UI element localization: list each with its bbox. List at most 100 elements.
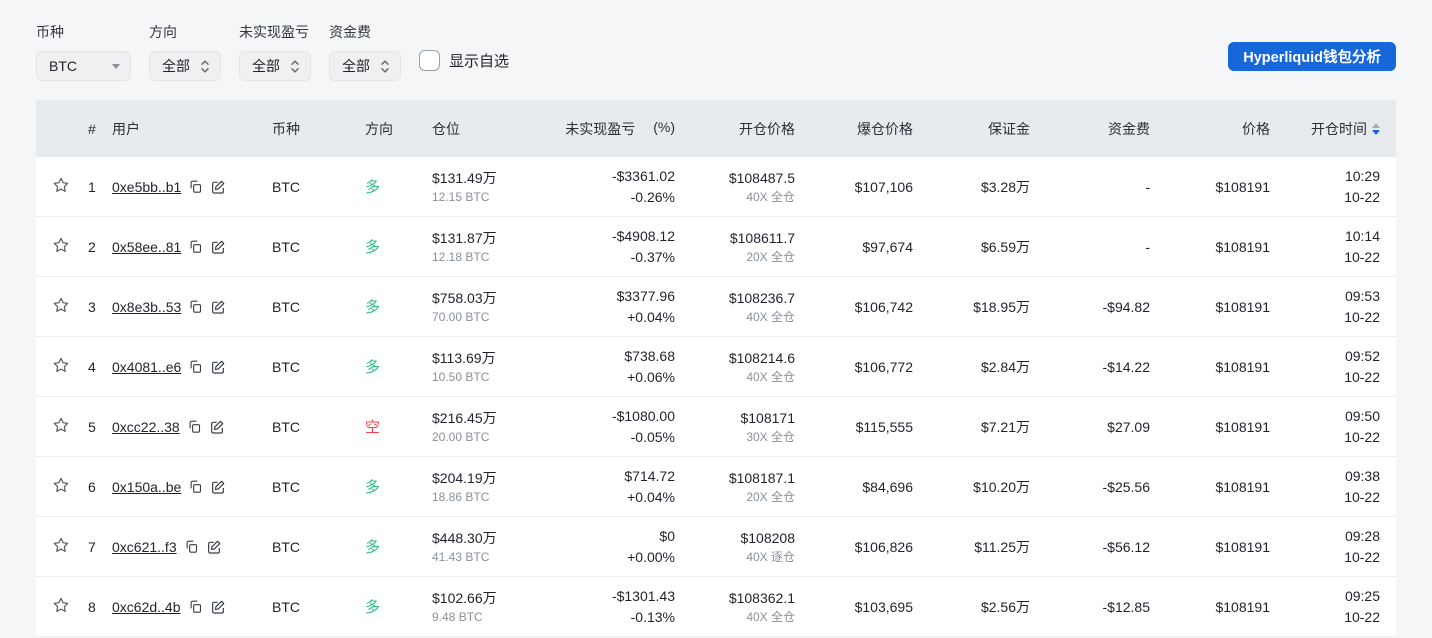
open-price-cell: $108208 40X 逐仓 [675,528,795,566]
favorite-star-icon[interactable] [52,536,70,554]
pnl-percent: -0.37% [630,248,675,265]
copy-icon[interactable] [188,299,203,314]
position-usd: $113.69万 [432,349,496,366]
favorite-star-icon[interactable] [52,176,70,194]
position-cell: $131.87万 12.18 BTC [432,228,542,266]
pnl-percent: +0.04% [627,488,675,505]
open-price-cell: $108187.1 20X 全仓 [675,468,795,506]
pnl-percent: -0.26% [630,188,675,205]
direction-cell-wrap: 多 [365,476,432,497]
copy-icon[interactable] [187,419,202,434]
star-cell [52,236,80,257]
user-cell: 0x8e3b..53 [112,299,272,315]
leverage-mode: 40X 全仓 [746,189,795,204]
copy-icon[interactable] [188,179,203,194]
pnl-cell: -$1301.43 -0.13% [542,586,675,628]
copy-icon[interactable] [188,599,203,614]
user-address-link[interactable]: 0xe5bb..b1 [112,179,181,195]
user-address-link[interactable]: 0x4081..e6 [112,359,181,375]
funding-cell: - [1145,238,1150,255]
open-price: $108236.7 [728,289,795,306]
open-time: 09:28 [1344,527,1380,544]
direction-select[interactable]: 全部 [149,51,221,81]
edit-icon[interactable] [210,239,226,255]
header-open-time[interactable]: 开仓时间 [1270,119,1380,139]
leverage-mode: 20X 全仓 [746,489,795,504]
edit-icon[interactable] [209,419,225,435]
header-position: 仓位 [432,120,460,137]
funding-select[interactable]: 全部 [329,51,401,81]
edit-icon[interactable] [210,479,226,495]
pnl-percent: -0.05% [630,428,675,445]
position-coin: 12.15 BTC [432,189,490,204]
user-address-link[interactable]: 0x58ee..81 [112,239,181,255]
show-favorites-checkbox[interactable] [419,50,440,71]
copy-icon[interactable] [188,359,203,374]
open-price-cell: $108362.1 40X 全仓 [675,588,795,626]
coin-cell: BTC [272,358,300,375]
open-time: 10:14 [1344,227,1380,244]
open-date: 10-22 [1344,488,1380,505]
direction-cell: 多 [365,599,381,616]
edit-icon[interactable] [210,179,226,195]
hyperliquid-wallet-analysis-button[interactable]: Hyperliquid钱包分析 [1228,42,1396,71]
pnl-value: $738.68 [624,347,675,364]
edit-icon[interactable] [206,539,222,555]
edit-icon[interactable] [210,299,226,315]
margin-cell: $7.21万 [980,418,1030,435]
open-price-cell: $108171 30X 全仓 [675,408,795,446]
liq-price-cell: $84,696 [862,478,913,495]
copy-icon[interactable] [188,479,203,494]
favorite-star-icon[interactable] [52,476,70,494]
coin-filter-label: 币种 [36,24,64,40]
coin-cell: BTC [272,478,300,495]
favorite-star-icon[interactable] [52,356,70,374]
copy-icon[interactable] [188,239,203,254]
favorite-star-icon[interactable] [52,236,70,254]
direction-filter-group: 方向 全部 [149,22,221,81]
edit-icon[interactable] [210,599,226,615]
rank-cell: 8 [88,598,96,615]
coin-select[interactable]: BTC [36,51,131,81]
funding-cell: -$14.22 [1102,358,1150,375]
funding-cell: - [1145,178,1150,195]
position-cell: $758.03万 70.00 BTC [432,288,542,326]
position-coin: 12.18 BTC [432,249,490,264]
table-row: 3 0x8e3b..53 BTC 多 $758.03万 70.00 BTC $3… [36,277,1396,337]
favorite-star-icon[interactable] [52,596,70,614]
user-address-link[interactable]: 0xc62d..4b [112,599,181,615]
open-time: 09:52 [1344,347,1380,364]
open-price-cell: $108611.7 20X 全仓 [675,228,795,266]
price-cell: $108191 [1215,358,1270,375]
user-address-link[interactable]: 0x8e3b..53 [112,299,181,315]
liq-price-cell: $115,555 [855,418,913,435]
rank-cell: 6 [88,478,96,495]
rank-cell: 3 [88,298,96,315]
favorite-star-icon[interactable] [52,296,70,314]
pnl-select[interactable]: 全部 [239,51,311,81]
pnl-percent: +0.06% [627,368,675,385]
header-pnl-label: 未实现盈亏 [565,120,636,137]
user-address-link[interactable]: 0x150a..be [112,479,181,495]
favorite-star-icon[interactable] [52,416,70,434]
leverage-mode: 20X 全仓 [746,249,795,264]
coin-cell: BTC [272,418,300,435]
liq-price-cell: $106,826 [854,538,913,555]
user-address-link[interactable]: 0xc621..f3 [112,539,177,555]
open-price-cell: $108236.7 40X 全仓 [675,288,795,326]
user-address-link[interactable]: 0xcc22..38 [112,419,180,435]
open-time-cell: 10:14 10-22 [1270,226,1380,268]
edit-icon[interactable] [210,359,226,375]
copy-icon[interactable] [184,539,199,554]
position-usd: $216.45万 [432,409,497,426]
position-coin: 41.43 BTC [432,549,490,564]
position-cell: $113.69万 10.50 BTC [432,348,542,386]
direction-cell: 多 [365,299,381,316]
position-cell: $204.19万 18.86 BTC [432,468,542,506]
leverage-mode: 40X 全仓 [746,609,795,624]
price-cell: $108191 [1215,538,1270,555]
header-price: 价格 [1242,120,1270,137]
pnl-cell: $714.72 +0.04% [542,466,675,508]
open-price: $108214.6 [728,349,795,366]
leverage-mode: 40X 逐仓 [746,549,795,564]
